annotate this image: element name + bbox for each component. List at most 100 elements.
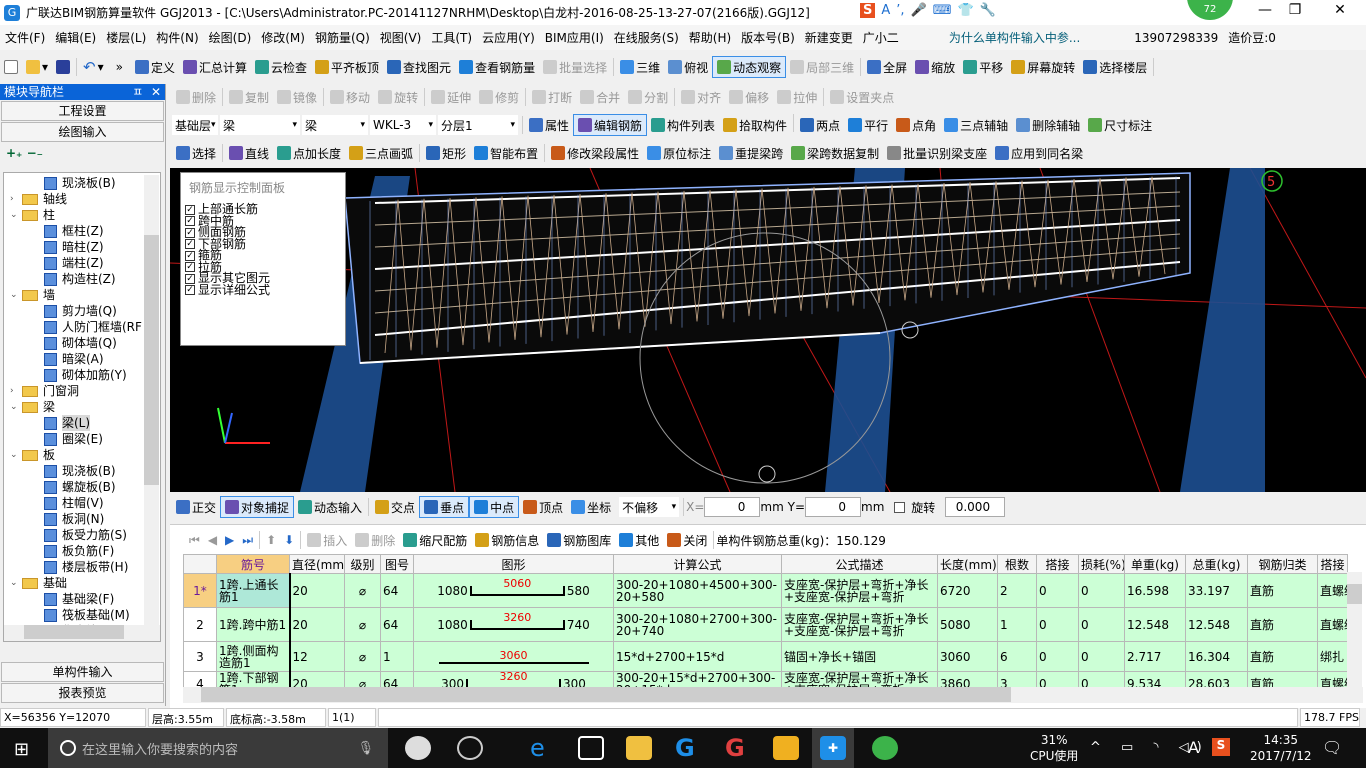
tree-item[interactable]: 梁(L) <box>4 415 160 431</box>
component-tool-7[interactable]: 三点辅轴 <box>940 114 1012 136</box>
first-button[interactable]: ⏮ <box>185 529 204 551</box>
tree-item[interactable]: 现浇板(B) <box>4 175 160 191</box>
type-select[interactable]: 梁 <box>220 115 300 135</box>
draw-tool-6[interactable]: 修改梁段属性 <box>547 142 643 164</box>
main-tool-13[interactable]: 平移 <box>959 56 1007 78</box>
value-cell-loss[interactable]: 0 <box>1078 607 1125 642</box>
rebar-tool-5[interactable]: 其他 <box>615 529 663 551</box>
description-cell[interactable]: 支座宽-保护层+弯折+净长+支座宽-保护层+弯折 <box>781 573 938 608</box>
main-tool-0[interactable]: 定义 <box>131 56 179 78</box>
taskbar-search[interactable]: 在这里输入你要搜索的内容 🎙 <box>48 728 388 768</box>
tree-hscrollbar[interactable] <box>4 625 160 641</box>
column-header[interactable]: 公式描述 <box>781 554 938 574</box>
checkbox-checked[interactable]: ✓ <box>185 250 195 261</box>
tree-item[interactable]: 砌体加筋(Y) <box>4 367 160 383</box>
rebar-display-option[interactable]: ✓ 显示详细公式 <box>181 284 345 297</box>
new-file-button[interactable] <box>0 56 22 78</box>
draw-tool-3[interactable]: 三点画弧 <box>345 142 417 164</box>
menu-item-9[interactable]: 云应用(Y) <box>477 29 540 46</box>
tree-item[interactable]: 端柱(Z) <box>4 255 160 271</box>
menu-item-1[interactable]: 编辑(E) <box>50 29 101 46</box>
checkbox-checked[interactable]: ✓ <box>185 204 195 215</box>
value-cell-n[interactable]: 2 <box>997 573 1037 608</box>
checkbox-checked[interactable]: ✓ <box>185 273 195 284</box>
rebar-tool-3[interactable]: 钢筋信息 <box>471 529 543 551</box>
keyboard-icon[interactable]: ⌨ <box>933 3 952 18</box>
component-tool-8[interactable]: 删除辅轴 <box>1012 114 1084 136</box>
snap-4[interactable]: 垂点 <box>419 496 470 518</box>
tree-item[interactable]: › 轴线 <box>4 191 160 207</box>
snap-0[interactable]: 正交 <box>172 496 220 518</box>
menu-item-18[interactable]: 造价豆:0 <box>1223 29 1281 46</box>
column-header[interactable]: 长度(mm) <box>937 554 998 574</box>
explorer-icon[interactable] <box>626 736 652 760</box>
value-cell-n[interactable]: 1 <box>997 607 1037 642</box>
draw-tool-1[interactable]: 直线 <box>225 142 273 164</box>
component-select[interactable]: WKL-3 <box>370 115 436 135</box>
snap-2[interactable]: 动态输入 <box>294 496 366 518</box>
store-icon[interactable] <box>578 736 604 760</box>
menu-item-17[interactable]: 13907298339 <box>1129 31 1223 45</box>
layer-select[interactable]: 分层1 <box>438 115 518 135</box>
mic-icon[interactable]: 🎤 <box>911 3 927 18</box>
main-tool-8[interactable]: 俯视 <box>664 56 712 78</box>
component-tool-9[interactable]: 尺寸标注 <box>1084 114 1156 136</box>
bar-name-cell[interactable]: 1跨.跨中筋1 <box>216 607 291 642</box>
edit-tool-0[interactable]: 删除 <box>172 86 220 108</box>
tree-item[interactable]: 楼层板带(H) <box>4 559 160 575</box>
app-icon-2[interactable] <box>457 736 483 760</box>
y-input[interactable]: 0 <box>805 497 862 517</box>
draw-tool-0[interactable]: 选择 <box>172 142 220 164</box>
ime-lang-icon[interactable]: A <box>881 3 890 18</box>
restore-button[interactable]: ❐ <box>1275 2 1315 18</box>
grade-cell[interactable]: ⌀ <box>344 573 381 608</box>
menu-item-7[interactable]: 视图(V) <box>375 29 427 46</box>
main-tool-15[interactable]: 选择楼层 <box>1079 56 1151 78</box>
shape-cell[interactable]: 1080 5060 580 <box>413 573 614 608</box>
menu-item-4[interactable]: 绘图(D) <box>204 29 257 46</box>
figure-no-cell[interactable]: 1 <box>380 641 414 672</box>
component-tool-4[interactable]: 两点 <box>796 114 844 136</box>
column-header[interactable]: 根数 <box>997 554 1037 574</box>
app-icon-1[interactable] <box>405 736 431 760</box>
formula-cell[interactable]: 300-20+1080+2700+300-20+740 <box>613 607 782 642</box>
main-tool-7[interactable]: 三维 <box>616 56 664 78</box>
tree-item[interactable]: 板洞(N) <box>4 511 160 527</box>
tree-item[interactable]: 螺旋板(B) <box>4 479 160 495</box>
chevron-right-icon[interactable]: › <box>10 383 22 399</box>
table-row[interactable]: 3 1跨.侧面构造筋1 12 ⌀ 1 3060 15*d+2700+15*d 锚固+净长+锚固… <box>183 641 1348 672</box>
main-tool-2[interactable]: 云检查 <box>251 56 311 78</box>
tree-item[interactable]: 基础梁(F) <box>4 591 160 607</box>
figure-no-cell[interactable]: 64 <box>380 607 414 642</box>
table-hscrollbar[interactable] <box>183 687 1363 703</box>
rebar-tool-2[interactable]: 缩尺配筋 <box>399 529 471 551</box>
component-tool-5[interactable]: 平行 <box>844 114 892 136</box>
save-button[interactable] <box>52 56 74 78</box>
tree-item[interactable]: 板负筋(F) <box>4 543 160 559</box>
draw-tool-4[interactable]: 矩形 <box>422 142 470 164</box>
component-tool-2[interactable]: 构件列表 <box>647 114 719 136</box>
tree-item[interactable]: 现浇板(B) <box>4 463 160 479</box>
column-header[interactable]: 计算公式 <box>613 554 782 574</box>
edit-tool-1[interactable]: 复制 <box>225 86 273 108</box>
3d-model-canvas[interactable]: 5 <box>170 168 1366 492</box>
snap-3[interactable]: 交点 <box>371 496 419 518</box>
edit-tool-3[interactable]: 移动 <box>326 86 374 108</box>
description-cell[interactable]: 支座宽-保护层+弯折+净长+支座宽-保护层+弯折 <box>781 607 938 642</box>
row-number[interactable]: 1* <box>183 573 217 608</box>
component-tool-3[interactable]: 拾取构件 <box>719 114 791 136</box>
column-header[interactable] <box>183 554 217 574</box>
draw-tool-9[interactable]: 梁跨数据复制 <box>787 142 883 164</box>
edit-tool-13[interactable]: 设置夹点 <box>826 86 898 108</box>
expand-all-icon[interactable]: +₊ <box>6 146 22 160</box>
tree-item[interactable]: ⌄ 柱 <box>4 207 160 223</box>
value-cell-uw[interactable]: 16.598 <box>1124 573 1186 608</box>
edit-tool-7[interactable]: 打断 <box>528 86 576 108</box>
menu-item-10[interactable]: BIM应用(I) <box>540 29 609 46</box>
menu-item-5[interactable]: 修改(M) <box>256 29 310 46</box>
value-cell-uw[interactable]: 2.717 <box>1124 641 1186 672</box>
shape-cell[interactable]: 3060 <box>413 641 614 672</box>
last-button[interactable]: ⏭ <box>238 529 257 551</box>
main-tool-9[interactable]: 动态观察 <box>712 56 787 78</box>
notification-icon[interactable]: 🗨 <box>1322 738 1342 757</box>
